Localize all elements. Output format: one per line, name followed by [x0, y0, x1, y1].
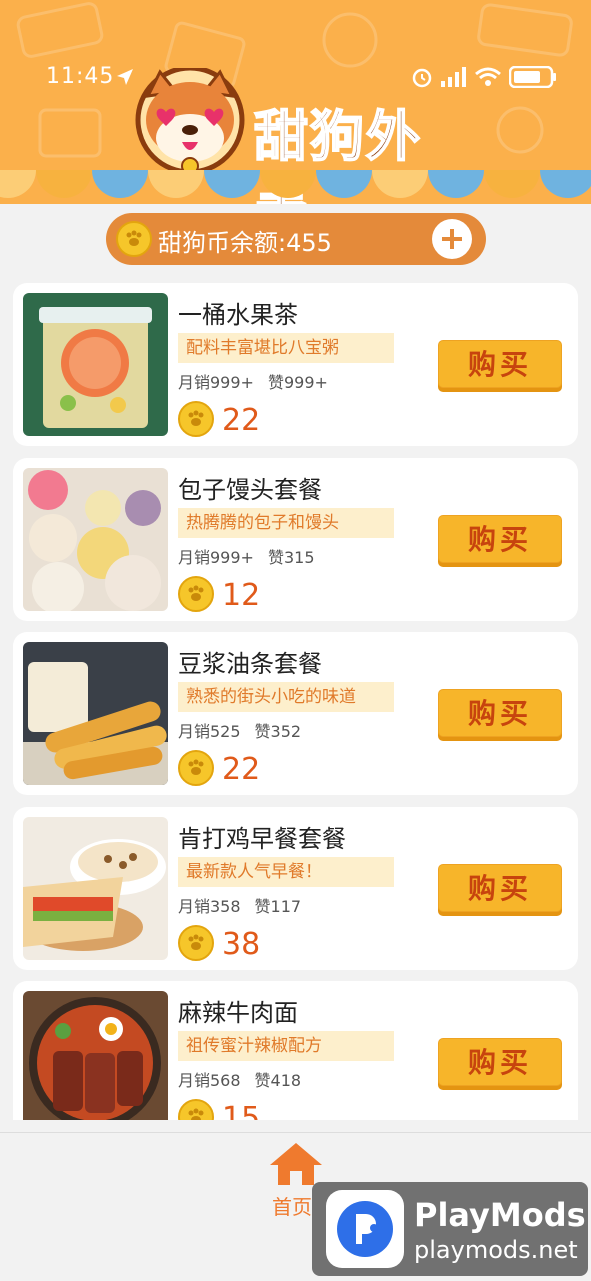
product-card[interactable]: 肯打鸡早餐套餐 最新款人气早餐！ 月销358 赞117 38 购买: [13, 807, 578, 970]
product-desc: 最新款人气早餐！: [178, 857, 394, 887]
wifi-icon: [475, 67, 501, 86]
nav-home-label: 首页: [272, 1195, 312, 1219]
product-card[interactable]: 一桶水果茶 配料丰富堪比八宝粥 月销999+ 赞999+ 22 购买: [13, 283, 578, 446]
product-desc: 热腾腾的包子和馒头: [178, 508, 394, 538]
buy-button[interactable]: 购买: [438, 515, 562, 563]
product-name: 肯打鸡早餐套餐: [178, 825, 346, 853]
product-name: 麻辣牛肉面: [178, 999, 298, 1027]
beef-noodle-image: [23, 991, 168, 1120]
product-likes: 赞352: [254, 722, 302, 741]
product-price: 22: [222, 752, 261, 787]
home-icon: [270, 1143, 322, 1185]
fruit-tea-image: [23, 293, 168, 436]
product-desc: 熟悉的街头小吃的味道: [178, 682, 394, 712]
watermark-subtitle: playmods.net: [414, 1236, 578, 1264]
product-likes: 赞418: [254, 1071, 302, 1090]
product-stats: 月销525 赞352: [178, 718, 315, 742]
product-name: 豆浆油条套餐: [178, 650, 322, 678]
plus-icon: [442, 229, 462, 249]
product-list[interactable]: 一桶水果茶 配料丰富堪比八宝粥 月销999+ 赞999+ 22 购买 包子馒头套餐…: [0, 276, 591, 1120]
paw-coin-icon: [178, 750, 214, 786]
watermark-title: PlayMods: [414, 1196, 586, 1234]
awning-decoration: [0, 170, 591, 198]
product-stats: 月销999+ 赞999+: [178, 369, 342, 393]
product-sales: 月销568: [178, 1071, 241, 1090]
product-stats: 月销568 赞418: [178, 1067, 315, 1091]
product-likes: 赞117: [254, 897, 302, 916]
product-card[interactable]: 包子馒头套餐 热腾腾的包子和馒头 月销999+ 赞315 12 购买: [13, 458, 578, 621]
buy-button[interactable]: 购买: [438, 689, 562, 737]
buy-button[interactable]: 购买: [438, 864, 562, 912]
watermark-overlay: PlayMods playmods.net: [312, 1182, 588, 1276]
product-stats: 月销358 赞117: [178, 893, 315, 917]
shiba-dog-logo-icon: [135, 68, 245, 175]
paw-coin-icon: [178, 401, 214, 437]
product-likes: 赞315: [267, 548, 315, 567]
paw-coin-icon: [116, 221, 152, 257]
buy-button[interactable]: 购买: [438, 340, 562, 388]
product-price: 15: [222, 1101, 261, 1120]
balance-bar: 甜狗币余额:455: [106, 213, 486, 265]
breakfast-set-image: [23, 817, 168, 960]
balance-text: 甜狗币余额:455: [158, 223, 332, 258]
product-price: 12: [222, 578, 261, 613]
product-sales: 月销999+: [178, 548, 254, 567]
product-desc: 祖传蜜汁辣椒配方: [178, 1031, 394, 1061]
paw-coin-icon: [178, 576, 214, 612]
product-stats: 月销999+ 赞315: [178, 544, 329, 568]
add-balance-button[interactable]: [432, 219, 472, 259]
product-sales: 月销358: [178, 897, 241, 916]
buns-image: [23, 468, 168, 611]
paw-coin-icon: [178, 925, 214, 961]
balance-label: 甜狗币余额:: [158, 229, 287, 257]
soymilk-fritters-image: [23, 642, 168, 785]
battery-icon: [509, 66, 556, 88]
balance-amount: 455: [286, 229, 332, 257]
product-card[interactable]: 麻辣牛肉面 祖传蜜汁辣椒配方 月销568 赞418 15 购买: [13, 981, 578, 1120]
product-name: 一桶水果茶: [178, 301, 298, 329]
playmods-logo-icon: [326, 1190, 404, 1268]
product-likes: 赞999+: [267, 373, 328, 392]
product-sales: 月销999+: [178, 373, 254, 392]
product-name: 包子馒头套餐: [178, 476, 322, 504]
status-time: 11:45: [46, 64, 115, 89]
product-sales: 月销525: [178, 722, 241, 741]
app-logo: 甜狗外卖: [130, 68, 470, 248]
paw-coin-icon: [178, 1099, 214, 1120]
product-card[interactable]: 豆浆油条套餐 熟悉的街头小吃的味道 月销525 赞352 22 购买: [13, 632, 578, 795]
product-price: 22: [222, 403, 261, 438]
product-price: 38: [222, 927, 261, 962]
buy-button[interactable]: 购买: [438, 1038, 562, 1086]
product-desc: 配料丰富堪比八宝粥: [178, 333, 394, 363]
